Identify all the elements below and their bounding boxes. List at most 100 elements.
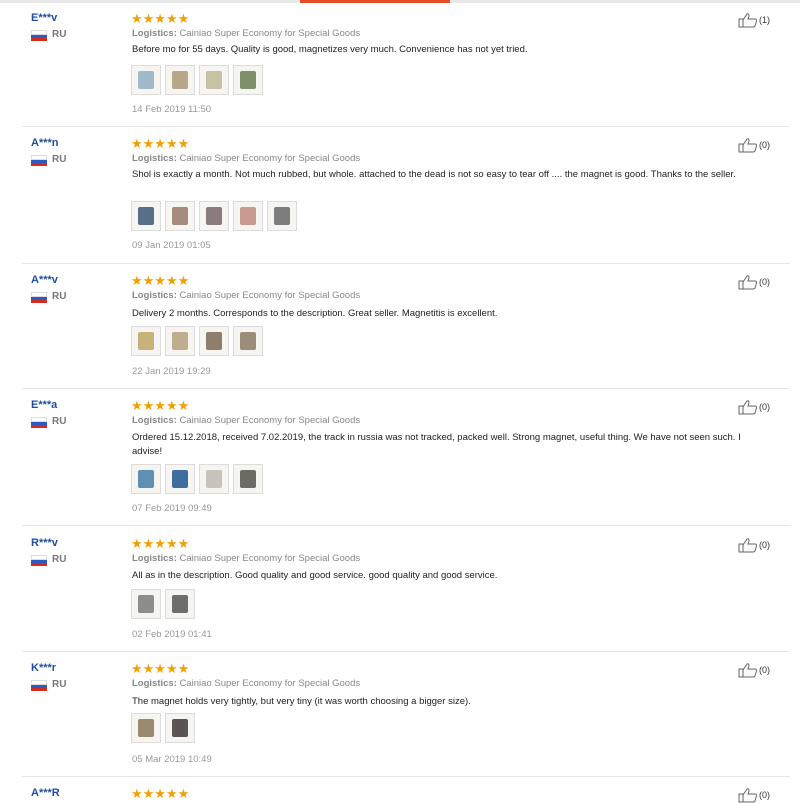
review-photo-thumbnail[interactable] [165, 326, 195, 356]
buyer-country: RU [31, 679, 67, 692]
review-date: 09 Jan 2019 01:05 [132, 240, 211, 251]
buyer-info: A***R [31, 787, 60, 801]
helpful-count: (0) [759, 140, 770, 150]
review-photo-thumbnail[interactable] [233, 65, 263, 95]
review-photo-thumbnail[interactable] [131, 589, 161, 619]
logistics-value: Cainiao Super Economy for Special Goods [179, 290, 361, 301]
star-rating: ★★★★★ [131, 786, 190, 801]
helpful-count: (1) [759, 15, 770, 25]
review-date: 02 Feb 2019 01:41 [132, 629, 212, 640]
buyer-info: A***v RU [31, 274, 66, 304]
review-comment: All as in the description. Good quality … [132, 570, 498, 581]
photo-content [172, 332, 188, 350]
photo-content [138, 470, 154, 488]
logistics-info: Logistics: Cainiao Super Economy for Spe… [132, 553, 360, 564]
review-photo-thumbnail[interactable] [233, 201, 263, 231]
review-divider [22, 776, 790, 777]
star-rating: ★★★★★ [131, 273, 190, 288]
review-photo-thumbnail[interactable] [233, 326, 263, 356]
buyer-country: RU [31, 416, 67, 429]
review-date: 07 Feb 2019 09:49 [132, 503, 212, 514]
russia-flag-icon [31, 154, 47, 167]
review-photo-thumbnail[interactable] [165, 589, 195, 619]
review-divider [22, 651, 790, 652]
logistics-value: Cainiao Super Economy for Special Goods [179, 153, 361, 164]
country-code: RU [52, 679, 67, 690]
review-photo-thumbnail[interactable] [131, 464, 161, 494]
helpful-button[interactable]: (0) [738, 537, 770, 553]
photo-content [274, 207, 290, 225]
logistics-label: Logistics: [132, 678, 177, 689]
photo-content [240, 470, 256, 488]
thumbs-up-icon [738, 138, 758, 153]
buyer-name: K***r [31, 662, 57, 674]
photo-content [240, 207, 256, 225]
photo-content [138, 719, 154, 737]
helpful-button[interactable]: (0) [738, 787, 770, 803]
review-photos [131, 589, 195, 619]
thumbs-up-icon [738, 13, 758, 28]
logistics-info: Logistics: Cainiao Super Economy for Spe… [132, 678, 360, 689]
helpful-count: (0) [759, 402, 770, 412]
logistics-label: Logistics: [132, 153, 177, 164]
helpful-count: (0) [759, 540, 770, 550]
buyer-name: E***v [31, 12, 58, 24]
photo-content [240, 332, 256, 350]
thumbs-up-icon [738, 663, 758, 678]
logistics-info: Logistics: Cainiao Super Economy for Spe… [132, 28, 360, 39]
helpful-count: (0) [759, 277, 770, 287]
photo-content [138, 595, 154, 613]
photo-content [172, 470, 188, 488]
review-photo-thumbnail[interactable] [131, 326, 161, 356]
buyer-country: RU [31, 291, 66, 304]
helpful-count: (0) [759, 790, 770, 800]
helpful-button[interactable]: (0) [738, 399, 770, 415]
logistics-label: Logistics: [132, 28, 177, 39]
thumbs-up-icon [738, 275, 758, 290]
review-photo-thumbnail[interactable] [199, 464, 229, 494]
review-photo-thumbnail[interactable] [267, 201, 297, 231]
review-photo-thumbnail[interactable] [199, 65, 229, 95]
helpful-button[interactable]: (0) [738, 137, 770, 153]
photo-content [206, 207, 222, 225]
review-photo-thumbnail[interactable] [199, 326, 229, 356]
buyer-info: E***a RU [31, 399, 66, 429]
review-photo-thumbnail[interactable] [199, 201, 229, 231]
review-date: 22 Jan 2019 19:29 [132, 366, 211, 377]
review-comment: Ordered 15.12.2018, received 7.02.2019, … [132, 432, 741, 457]
review-photos [131, 713, 195, 743]
buyer-country: RU [31, 154, 66, 167]
review-photo-thumbnail[interactable] [165, 713, 195, 743]
logistics-value: Cainiao Super Economy for Special Goods [179, 553, 361, 564]
helpful-button[interactable]: (0) [738, 274, 770, 290]
helpful-count: (0) [759, 665, 770, 675]
photo-content [172, 207, 188, 225]
helpful-button[interactable]: (0) [738, 662, 770, 678]
review-photo-thumbnail[interactable] [131, 201, 161, 231]
review-date: 14 Feb 2019 11:50 [132, 104, 212, 115]
review-comment: Delivery 2 months. Corresponds to the de… [132, 308, 498, 319]
review-divider [22, 388, 790, 389]
review-photo-thumbnail[interactable] [131, 713, 161, 743]
buyer-info: E***v RU [31, 12, 66, 42]
logistics-value: Cainiao Super Economy for Special Goods [179, 678, 361, 689]
country-code: RU [52, 416, 67, 427]
review-photo-thumbnail[interactable] [165, 65, 195, 95]
buyer-name: A***R [31, 787, 60, 799]
helpful-button[interactable]: (1) [738, 12, 770, 28]
logistics-value: Cainiao Super Economy for Special Goods [179, 415, 361, 426]
thumbs-up-icon [738, 400, 758, 415]
review-photo-thumbnail[interactable] [131, 65, 161, 95]
review-photo-thumbnail[interactable] [165, 464, 195, 494]
logistics-label: Logistics: [132, 553, 177, 564]
active-tab-indicator [300, 0, 450, 3]
russia-flag-icon [31, 679, 47, 692]
photo-content [206, 470, 222, 488]
photo-content [206, 71, 222, 89]
review-comment: The magnet holds very tightly, but very … [132, 696, 471, 707]
review-photos [131, 201, 297, 231]
buyer-info: K***r RU [31, 662, 66, 692]
review-photo-thumbnail[interactable] [165, 201, 195, 231]
review-divider [22, 263, 790, 264]
review-photo-thumbnail[interactable] [233, 464, 263, 494]
